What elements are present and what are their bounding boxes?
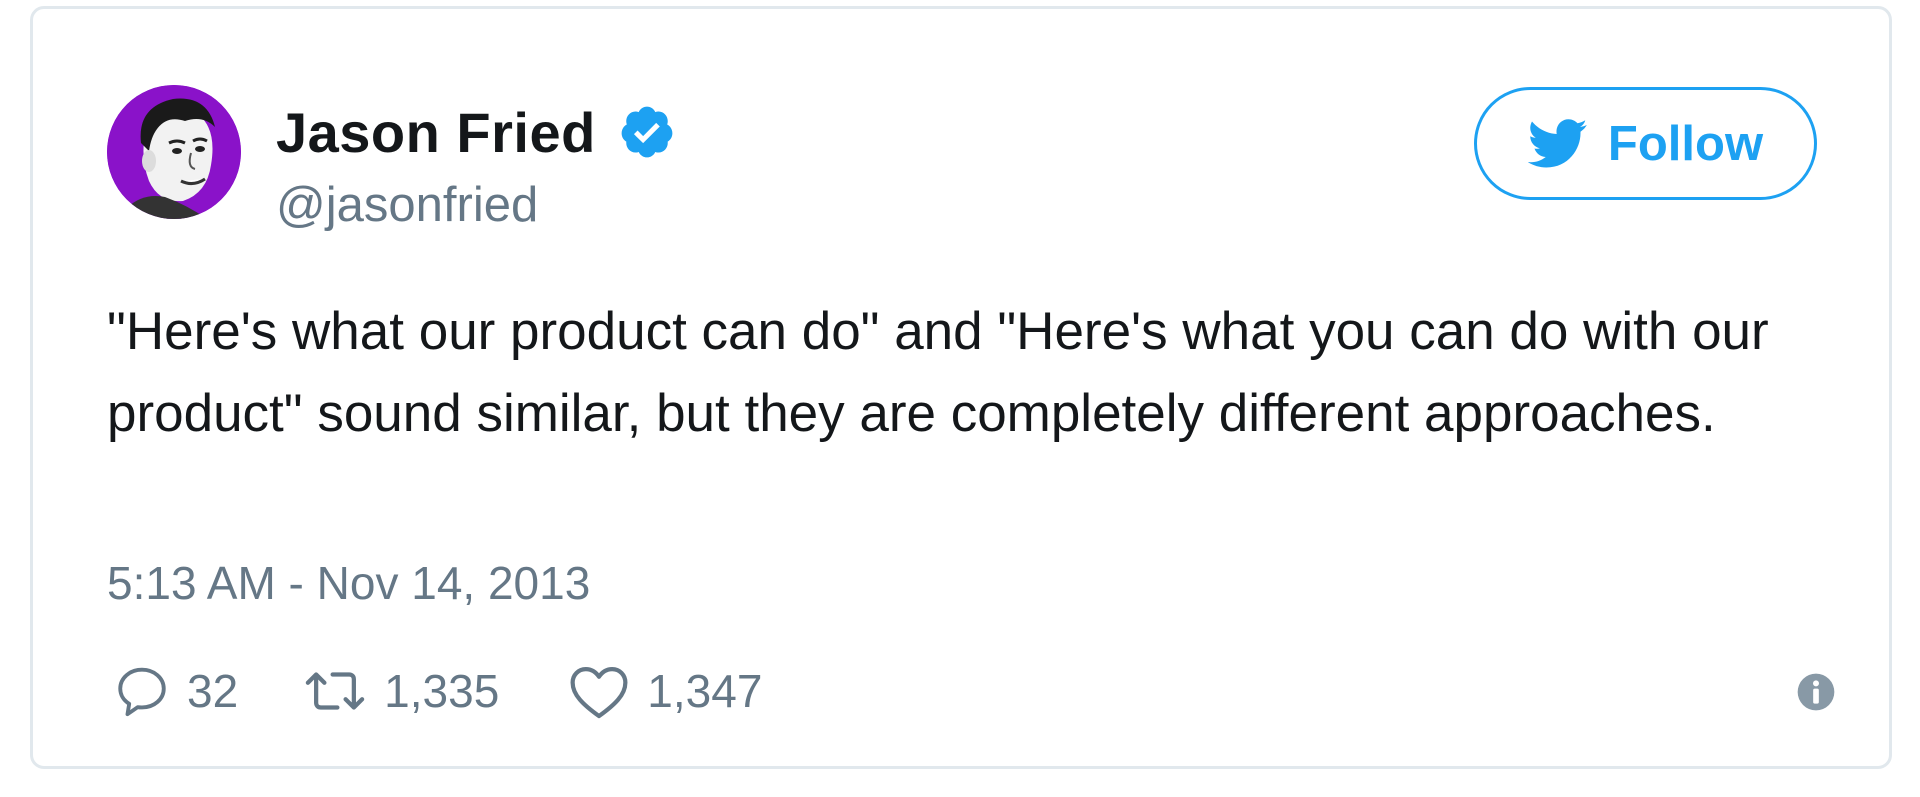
retweet-icon (302, 662, 368, 720)
reply-icon (113, 662, 171, 720)
author-name-row: Jason Fried (276, 97, 676, 167)
like-button[interactable]: 1,347 (567, 662, 762, 720)
reply-count: 32 (187, 665, 239, 717)
avatar-photo (107, 85, 241, 219)
author-handle[interactable]: @jasonfried (276, 177, 538, 233)
follow-button-label: Follow (1607, 116, 1764, 171)
tweet-actions: 32 1,335 1,347 (113, 656, 762, 726)
twitter-bird-icon (1527, 118, 1588, 169)
like-count: 1,347 (647, 665, 763, 717)
retweet-button[interactable]: 1,335 (302, 662, 499, 720)
info-icon[interactable] (1796, 672, 1836, 712)
heart-icon (567, 662, 631, 720)
avatar[interactable] (107, 85, 241, 219)
author-display-name[interactable]: Jason Fried (276, 100, 596, 165)
verified-badge-icon (618, 103, 676, 161)
tweet-card: Jason Fried @jasonfried Follow "Here's w… (30, 6, 1892, 769)
follow-button[interactable]: Follow (1474, 87, 1817, 200)
reply-button[interactable]: 32 (113, 662, 238, 720)
tweet-timestamp[interactable]: 5:13 AM - Nov 14, 2013 (107, 556, 590, 610)
retweet-count: 1,335 (384, 665, 500, 717)
tweet-text: "Here's what our product can do" and "He… (107, 302, 1769, 443)
